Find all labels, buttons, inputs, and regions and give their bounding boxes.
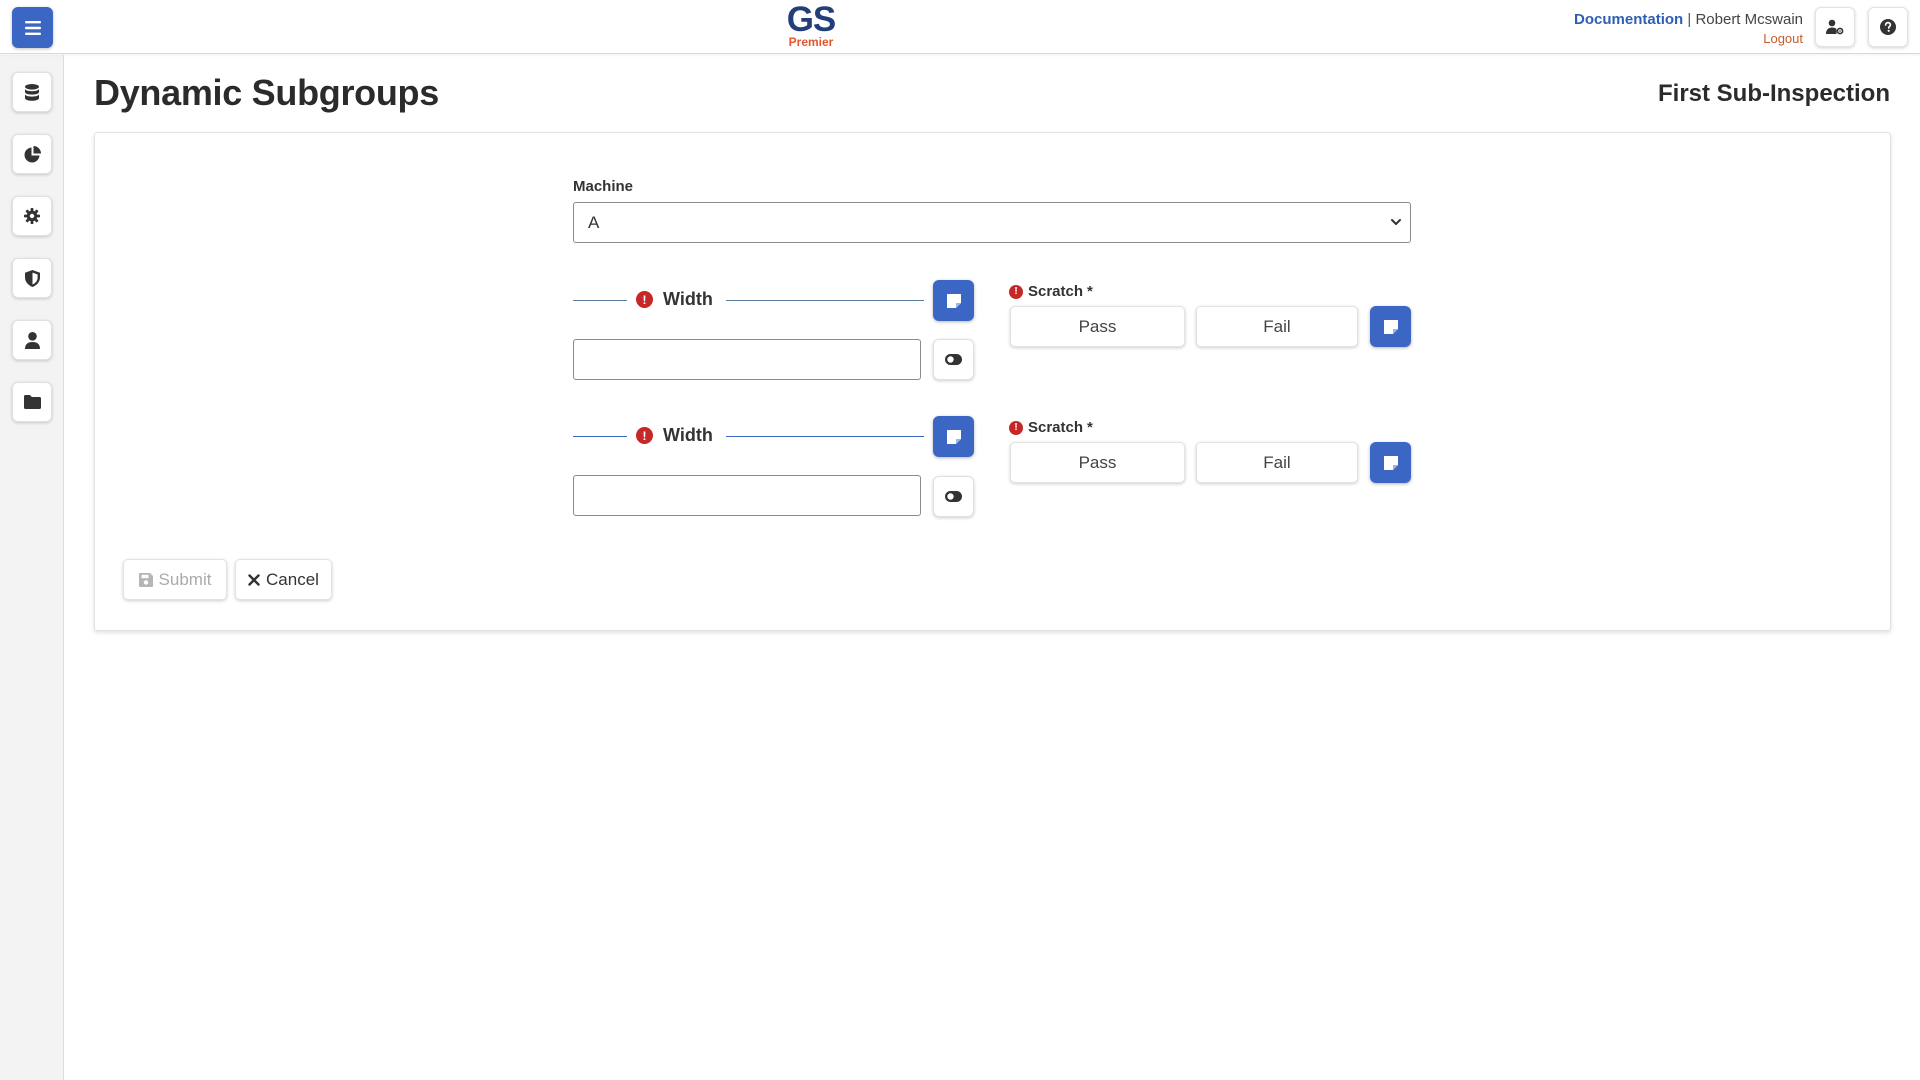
width-note-button[interactable] <box>933 280 974 321</box>
shield-icon <box>24 269 40 287</box>
width-divider-left <box>573 436 627 437</box>
scratch-label-text: Scratch <box>1028 419 1084 436</box>
width-divider-right <box>726 300 924 301</box>
user-cog-icon <box>1826 19 1844 35</box>
toggle-icon <box>945 491 962 502</box>
top-header: GS Premier Documentation | Robert Mcswai… <box>0 0 1920 54</box>
logout-link[interactable]: Logout <box>1574 29 1803 49</box>
times-icon <box>248 573 260 586</box>
machine-label: Machine <box>573 178 634 195</box>
width-input[interactable] <box>573 475 921 516</box>
logo-main-text: GS <box>786 0 837 39</box>
width-label-text: Width <box>663 289 713 309</box>
hamburger-icon <box>24 20 41 35</box>
scratch-note-button[interactable] <box>1370 442 1411 483</box>
gear-icon <box>24 208 40 224</box>
menu-button[interactable] <box>12 7 53 48</box>
pie-chart-icon <box>24 145 41 162</box>
logo-sub-text: Premier <box>788 35 834 49</box>
sticky-note-icon <box>946 429 961 444</box>
page-title: Dynamic Subgroups <box>94 72 439 113</box>
exclamation-circle-icon: ! <box>636 427 653 444</box>
width-label-text: Width <box>663 425 713 445</box>
sidebar <box>0 55 64 1080</box>
submit-label: Submit <box>158 569 212 589</box>
cancel-button[interactable]: Cancel <box>235 559 332 600</box>
fail-button[interactable]: Fail <box>1196 442 1358 483</box>
app-logo[interactable]: GS Premier <box>784 0 838 49</box>
width-group-label: ! Width <box>636 289 713 310</box>
folder-icon <box>23 395 41 409</box>
sidebar-item-security[interactable] <box>12 258 52 298</box>
toggle-icon <box>945 354 962 365</box>
database-icon <box>25 83 39 101</box>
scratch-label: ! Scratch * <box>1009 419 1093 436</box>
cancel-label: Cancel <box>266 569 319 589</box>
scratch-note-button[interactable] <box>1370 306 1411 347</box>
required-mark: * <box>1087 419 1093 436</box>
header-separator: | <box>1687 11 1692 28</box>
required-mark: * <box>1087 283 1093 300</box>
chevron-down-icon <box>1391 219 1401 225</box>
machine-select[interactable]: A <box>573 202 1411 243</box>
scratch-label-text: Scratch <box>1028 283 1084 300</box>
user-settings-button[interactable] <box>1815 7 1855 47</box>
machine-select-value: A <box>588 212 600 232</box>
width-toggle-button[interactable] <box>933 339 974 380</box>
sticky-note-icon <box>946 293 961 308</box>
width-divider-right <box>726 436 924 437</box>
sidebar-item-users[interactable] <box>12 320 52 360</box>
width-toggle-button[interactable] <box>933 476 974 517</box>
submit-button[interactable]: Submit <box>123 559 227 600</box>
sidebar-item-charts[interactable] <box>12 134 52 174</box>
sidebar-item-data[interactable] <box>12 72 52 112</box>
user-area: Documentation | Robert Mcswain Logout <box>1574 10 1803 49</box>
documentation-link[interactable]: Documentation <box>1574 11 1683 28</box>
width-note-button[interactable] <box>933 416 974 457</box>
exclamation-circle-icon: ! <box>1009 420 1023 435</box>
sticky-note-icon <box>1383 455 1398 470</box>
width-divider-left <box>573 300 627 301</box>
question-circle-icon <box>1880 19 1896 35</box>
help-button[interactable] <box>1868 7 1908 47</box>
exclamation-circle-icon: ! <box>636 291 653 308</box>
pass-button[interactable]: Pass <box>1010 306 1185 347</box>
fail-button[interactable]: Fail <box>1196 306 1358 347</box>
exclamation-circle-icon: ! <box>1009 284 1023 299</box>
page-subtitle: First Sub-Inspection <box>1657 80 1890 107</box>
save-icon <box>138 572 153 587</box>
sidebar-item-files[interactable] <box>12 382 52 422</box>
user-name: Robert Mcswain <box>1695 11 1803 28</box>
width-input[interactable] <box>573 339 921 380</box>
user-icon <box>24 331 40 349</box>
pass-button[interactable]: Pass <box>1010 442 1185 483</box>
scratch-label: ! Scratch * <box>1009 283 1093 300</box>
width-group-label: ! Width <box>636 425 713 446</box>
sidebar-item-settings[interactable] <box>12 196 52 236</box>
sticky-note-icon <box>1383 319 1398 334</box>
